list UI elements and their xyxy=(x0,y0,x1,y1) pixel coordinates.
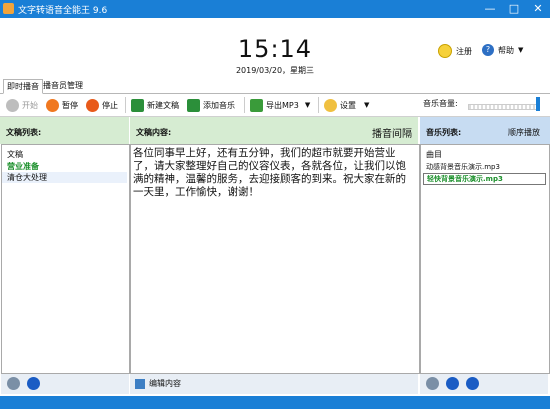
add-music-icon xyxy=(187,98,200,112)
status-bar xyxy=(0,396,550,409)
smiley-icon xyxy=(438,44,452,58)
chevron-down-icon: ▼ xyxy=(304,101,311,109)
list-item[interactable]: 清仓大处理 xyxy=(2,172,127,183)
stop-doc-icon[interactable] xyxy=(27,377,40,390)
new-doc-label: 新建文稿 xyxy=(147,100,179,110)
tab-instant-broadcast[interactable]: 即时播音 xyxy=(3,79,43,94)
new-doc-icon xyxy=(131,98,144,112)
add-music-label: 添加音乐 xyxy=(203,100,235,110)
tab-bar: 即时播音 播音员管理 xyxy=(0,78,550,94)
play-icon xyxy=(6,98,19,112)
help-button[interactable]: ? 帮助 ▼ xyxy=(482,44,523,56)
gear-icon xyxy=(324,98,337,112)
edit-icon xyxy=(135,378,145,389)
list-item[interactable]: 轻快背景音乐演示.mp3 xyxy=(423,173,546,185)
export-mp3-button[interactable]: 导出MP3 ▼ xyxy=(250,97,310,113)
music-volume-thumb[interactable] xyxy=(536,97,540,111)
pause-label: 暂停 xyxy=(62,100,78,110)
next-track-icon[interactable] xyxy=(466,377,479,390)
content-text-area[interactable]: 各位同事早上好，还有五分钟，我们的超市就要开始营业了，请大家整理好自己的仪容仪表… xyxy=(133,147,415,199)
start-button[interactable]: 开始 xyxy=(6,97,38,113)
toolbar-divider xyxy=(125,97,126,113)
register-button[interactable]: 注册 xyxy=(438,44,472,58)
close-button[interactable]: ✕ xyxy=(526,1,550,17)
prev-track-icon[interactable] xyxy=(426,377,439,390)
maximize-button[interactable]: □ xyxy=(502,1,526,17)
play-mode-label[interactable]: 顺序播放 xyxy=(508,127,540,138)
chevron-down-icon: ▼ xyxy=(364,101,370,109)
register-label: 注册 xyxy=(456,46,472,56)
play-music-icon[interactable] xyxy=(446,377,459,390)
music-list-header: 音乐列表: 顺序播放 xyxy=(420,117,550,144)
clock-date: 2019/03/20，星期三 xyxy=(235,66,315,75)
music-volume-slider[interactable] xyxy=(468,104,540,110)
music-list-title: 音乐列表: xyxy=(426,128,462,137)
clock-header: 15:14 2019/03/20，星期三 注册 ? 帮助 ▼ xyxy=(0,18,550,78)
play-doc-icon[interactable] xyxy=(7,377,20,390)
doc-list-header: 文稿列表: xyxy=(0,117,129,144)
pause-button[interactable]: 暂停 xyxy=(46,97,78,113)
app-icon xyxy=(3,3,14,14)
content-header: 文稿内容: 播音间隔 xyxy=(130,117,418,144)
export-label: 导出MP3 xyxy=(266,100,299,110)
stop-button[interactable]: 停止 xyxy=(86,97,118,113)
settings-button[interactable]: 设置 ▼ xyxy=(324,97,369,113)
list-item[interactable]: 营业准备 xyxy=(7,161,39,172)
minimize-button[interactable]: — xyxy=(478,1,502,17)
interval-label[interactable]: 播音间隔 xyxy=(372,125,412,140)
tab-announcer-manage[interactable]: 播音员管理 xyxy=(40,79,86,92)
list-item[interactable]: 动感背景音乐演示.mp3 xyxy=(426,162,500,172)
edit-content-button[interactable]: 编辑内容 xyxy=(135,378,181,389)
doc-list-column-header: 文稿 xyxy=(7,150,23,159)
window-title: 文字转语音全能王 9.6 xyxy=(18,6,108,16)
music-list-column-header: 曲目 xyxy=(426,150,442,159)
doc-list-panel: 文稿 营业准备 清仓大处理 xyxy=(1,144,130,374)
stop-label: 停止 xyxy=(102,100,118,110)
new-doc-button[interactable]: 新建文稿 xyxy=(131,97,179,113)
music-note-icon xyxy=(250,98,263,112)
toolbar-divider xyxy=(318,97,319,113)
settings-label: 设置 xyxy=(340,100,356,110)
start-label: 开始 xyxy=(22,100,38,110)
content-title: 文稿内容: xyxy=(136,128,172,137)
pause-icon xyxy=(46,98,59,112)
help-icon: ? xyxy=(482,44,494,56)
music-volume-label: 音乐音量: xyxy=(423,99,458,108)
music-list-panel: 曲目 动感背景音乐演示.mp3 轻快背景音乐演示.mp3 xyxy=(420,144,550,374)
doc-list-bottom-bar xyxy=(1,374,129,394)
stop-icon xyxy=(86,98,99,112)
help-label: 帮助 xyxy=(498,45,514,55)
edit-label: 编辑内容 xyxy=(149,379,181,388)
add-music-button[interactable]: 添加音乐 xyxy=(187,97,235,113)
title-bar: 文字转语音全能王 9.6 — □ ✕ xyxy=(0,0,550,18)
music-list-bottom-bar xyxy=(420,374,548,394)
content-panel: 各位同事早上好，还有五分钟，我们的超市就要开始营业了，请大家整理好自己的仪容仪表… xyxy=(130,144,420,374)
doc-list-title: 文稿列表: xyxy=(6,128,42,137)
chevron-down-icon: ▼ xyxy=(518,46,524,54)
toolbar-divider xyxy=(244,97,245,113)
content-bottom-bar: 编辑内容 xyxy=(130,374,418,394)
